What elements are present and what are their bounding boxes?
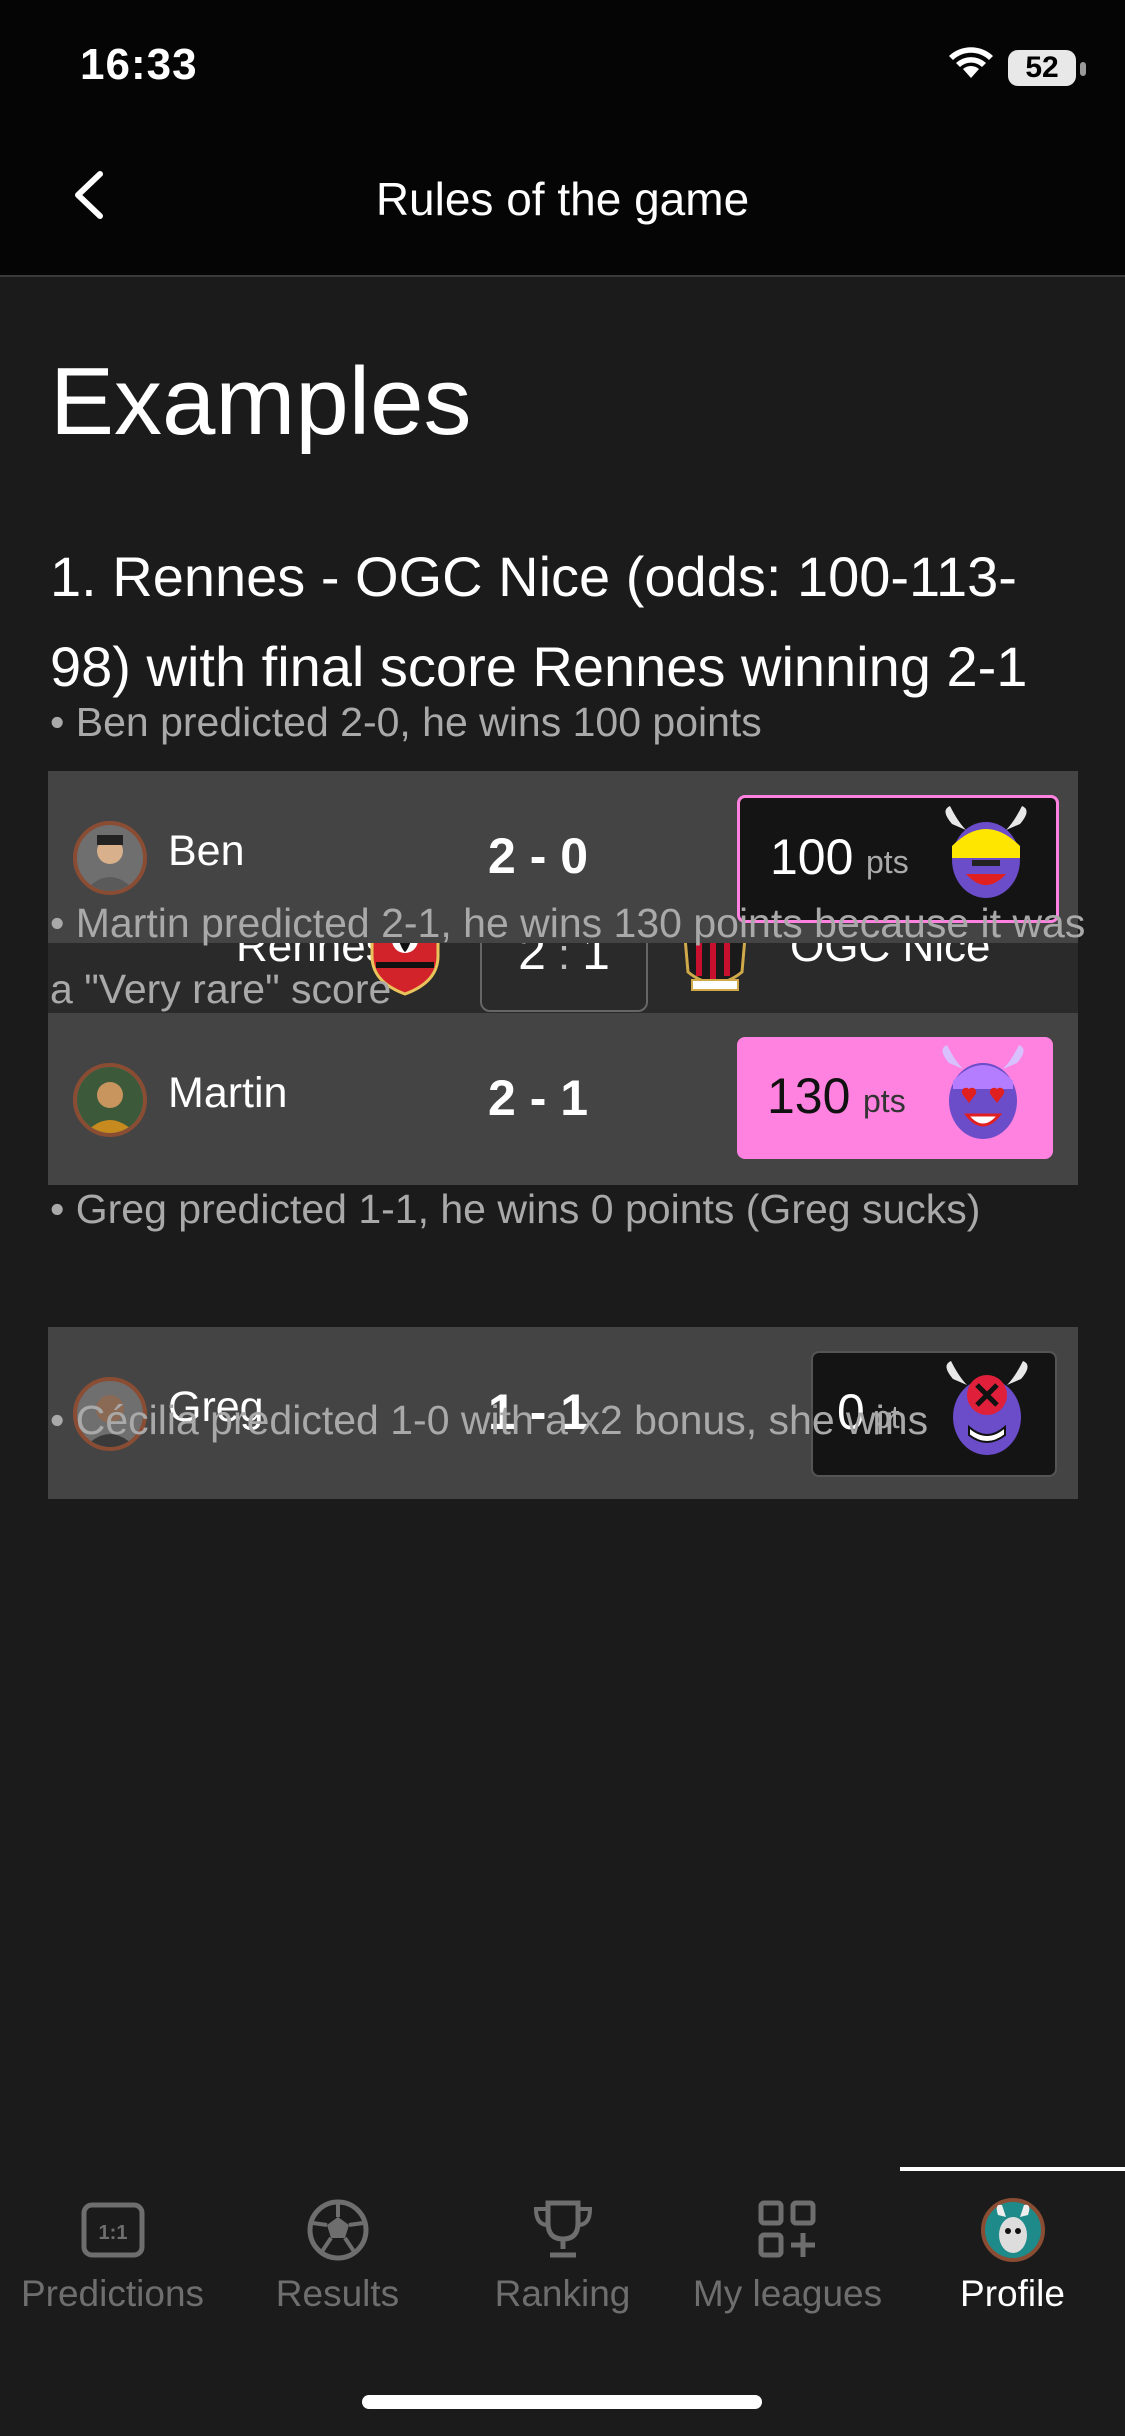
battery-tip [1080, 62, 1086, 76]
predictions-icon: 1:1 [81, 2202, 145, 2258]
svg-text:1:1: 1:1 [99, 2222, 128, 2244]
points-unit: pts [863, 1083, 906, 1119]
player-name: Ben [168, 827, 245, 875]
tab-label: Results [275, 2273, 400, 2314]
battery-indicator: 52 [1008, 50, 1076, 86]
prediction-card-martin: Martin 2 - 1 130 pts [48, 1013, 1078, 1185]
tab-predictions[interactable]: 1:1 Predictions [0, 2167, 225, 2337]
points-badge-very-rare: 130 pts [737, 1037, 1053, 1159]
goat-mascot-love-icon [942, 1045, 1024, 1139]
points-value: 100 [770, 829, 854, 885]
rules-content[interactable]: Examples 1. Rennes - OGC Nice (odds: 100… [0, 277, 1125, 2167]
wifi-icon [949, 47, 993, 78]
page-title: Rules of the game [375, 173, 750, 225]
tab-label: My leagues [692, 2273, 883, 2314]
tab-label: Profile [960, 2273, 1065, 2314]
profile-avatar-icon [981, 2198, 1045, 2262]
points-unit: pts [866, 844, 909, 880]
status-time: 16:33 [80, 40, 198, 89]
football-icon [307, 2199, 369, 2261]
tab-ranking[interactable]: Ranking [450, 2167, 675, 2337]
predicted-score: 2 - 1 [488, 1070, 589, 1126]
points-value: 130 [767, 1068, 851, 1124]
tab-label: Predictions [20, 2273, 205, 2314]
example-title: 1. Rennes - OGC Nice (odds: 100-113-98) … [50, 545, 1028, 698]
tab-my-leagues[interactable]: My leagues [675, 2167, 900, 2337]
tab-results[interactable]: Results [225, 2167, 450, 2337]
avatar [73, 1063, 147, 1137]
tab-label: Ranking [494, 2273, 631, 2314]
note-cecilia: • Cécilia predicted 1-0 with a x2 bonus,… [50, 1397, 929, 1443]
leagues-icon [758, 2200, 816, 2258]
predicted-score: 2 - 0 [488, 828, 589, 884]
note-ben: • Ben predicted 2-0, he wins 100 points [50, 699, 762, 745]
player-name: Martin [168, 1069, 288, 1117]
examples-heading: Examples [50, 348, 472, 455]
home-indicator[interactable] [362, 2395, 762, 2409]
avatar [73, 821, 147, 895]
trophy-icon [533, 2200, 593, 2258]
note-greg: • Greg predicted 1-1, he wins 0 points (… [50, 1186, 981, 1232]
tab-profile[interactable]: Profile [900, 2167, 1125, 2337]
note-martin: • Martin predicted 2-1, he wins 130 poin… [50, 900, 1086, 1012]
